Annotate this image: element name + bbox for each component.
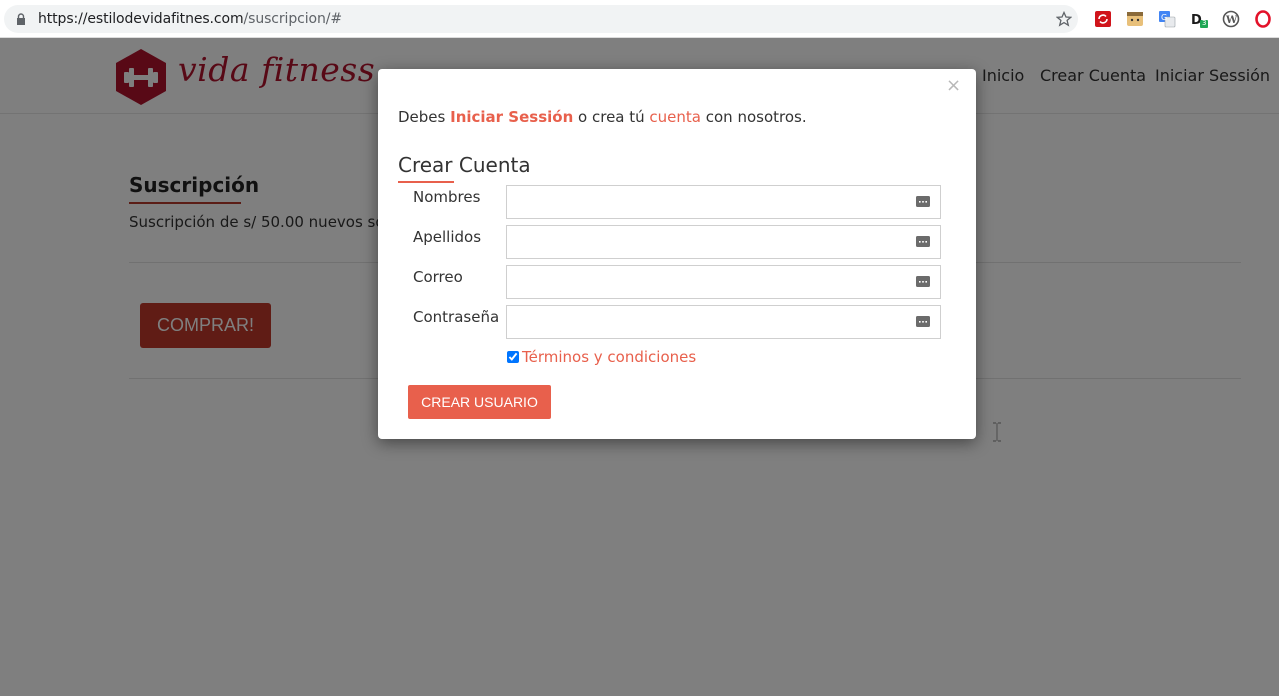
nombres-label: Nombres [413,188,481,206]
create-user-button[interactable]: CREAR USUARIO [408,385,551,419]
extension-face-icon[interactable] [1126,10,1144,28]
sync-icon[interactable] [1094,10,1112,28]
svg-text:G: G [1161,13,1167,22]
dashlane-icon[interactable]: D 3 [1190,10,1208,28]
intro-suffix: con nosotros. [700,108,807,126]
account-link[interactable]: cuenta [649,108,701,126]
correo-label: Correo [413,268,463,286]
correo-input[interactable] [506,265,941,299]
contrasena-input[interactable] [506,305,941,339]
address-bar[interactable]: https://estilodevidafitnes.com/suscripci… [4,5,1078,33]
password-manager-icon[interactable] [916,276,930,287]
apellidos-label: Apellidos [413,228,482,246]
password-manager-icon[interactable] [916,316,930,327]
extension-badge: 3 [1202,19,1207,27]
nombres-input[interactable] [506,185,941,219]
browser-toolbar: https://estilodevidafitnes.com/suscripci… [0,0,1279,38]
intro-prefix: Debes [398,108,451,126]
form-title: Crear Cuenta [398,153,531,177]
bookmark-star-icon[interactable] [1056,11,1072,27]
contrasena-label: Contraseña [413,308,500,326]
translate-icon[interactable]: G [1158,10,1176,28]
modal-intro: Debes Iniciar Sessión o crea tú cuenta c… [398,108,807,126]
opera-icon[interactable] [1254,10,1272,28]
text-cursor-icon [993,422,1001,442]
form-title-underline [398,181,454,183]
login-link[interactable]: Iniciar Sessión [450,108,573,126]
terms-checkbox[interactable] [507,351,519,363]
password-manager-icon[interactable] [916,196,930,207]
password-manager-icon[interactable] [916,236,930,247]
terms-link[interactable]: Términos y condiciones [522,348,696,366]
intro-middle: o crea tú [573,108,650,126]
url-text: https://estilodevidafitnes.com/suscripci… [38,11,342,27]
url-path: /suscripcion/# [243,11,343,27]
wordpress-icon[interactable]: W [1222,10,1240,28]
close-icon[interactable]: × [946,75,961,96]
url-host: https://estilodevidafitnes.com [38,11,244,27]
register-modal: × Debes Iniciar Sessión o crea tú cuenta… [378,69,976,439]
svg-text:W: W [1225,15,1238,26]
apellidos-input[interactable] [506,225,941,259]
lock-icon [17,13,25,25]
